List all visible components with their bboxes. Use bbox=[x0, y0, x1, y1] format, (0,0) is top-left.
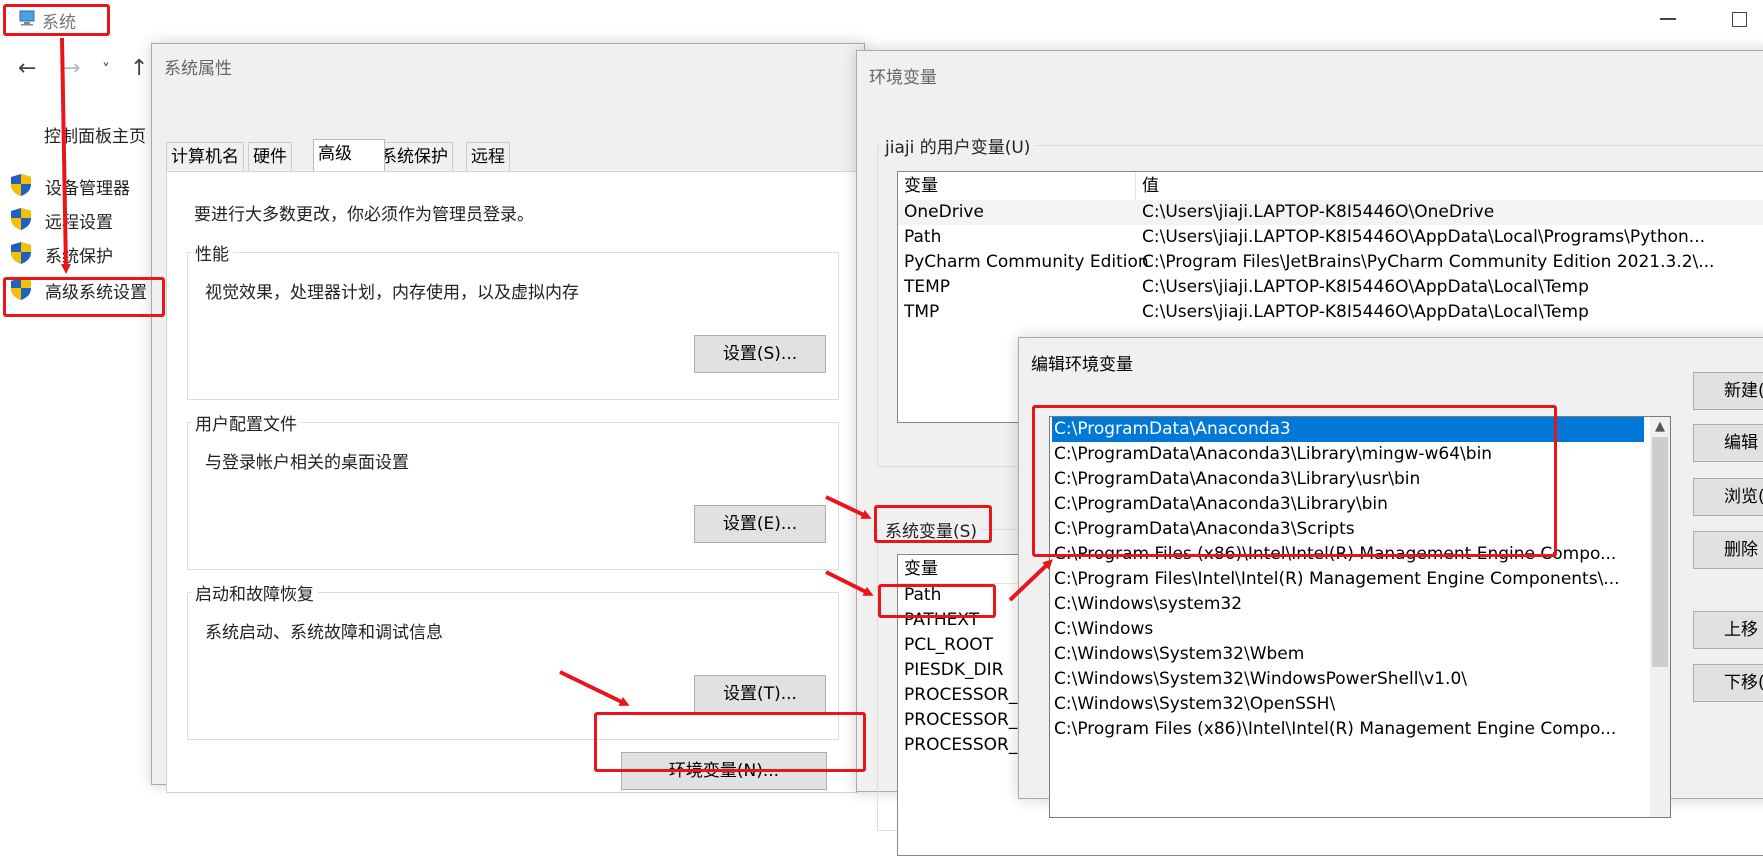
annotation-box-env-button bbox=[594, 712, 866, 772]
path-entry: C:\Program Files (x86)\Intel\Intel(R) Ma… bbox=[1054, 719, 1617, 739]
path-entry: C:\Windows\System32\OpenSSH\ bbox=[1054, 694, 1336, 714]
list-item[interactable]: C:\Program Files\Intel\Intel(R) Manageme… bbox=[1054, 567, 1620, 592]
back-button[interactable]: ← bbox=[18, 56, 36, 81]
move-down-button[interactable]: 下移( bbox=[1693, 664, 1763, 702]
scroll-thumb[interactable] bbox=[1652, 437, 1668, 667]
var-name: TMP bbox=[904, 302, 940, 322]
path-entry: C:\Program Files\Intel\Intel(R) Manageme… bbox=[1054, 569, 1620, 589]
table-row[interactable]: TEMP C:\Users\jiaji.LAPTOP-K8I5446O\AppD… bbox=[898, 275, 1763, 300]
var-name: PIESDK_DIR bbox=[904, 660, 1004, 680]
var-value: C:\Users\jiaji.LAPTOP-K8I5446O\AppData\L… bbox=[1142, 227, 1706, 247]
var-name: Path bbox=[904, 227, 942, 247]
move-up-button[interactable]: 上移 bbox=[1693, 611, 1763, 649]
up-button[interactable]: ↑ bbox=[130, 56, 148, 81]
dialog-title: 编辑环境变量 bbox=[1031, 355, 1133, 375]
tab-strip: 计算机名 硬件 高级 系统保护 远程 bbox=[166, 139, 856, 172]
var-name: PROCESSOR_ bbox=[904, 685, 1018, 705]
maximize-icon[interactable] bbox=[1732, 12, 1747, 27]
path-entry: C:\Windows bbox=[1054, 619, 1154, 639]
var-name: TEMP bbox=[904, 277, 951, 297]
performance-settings-button[interactable]: 设置(S)... bbox=[694, 335, 826, 373]
group-label: jiaji 的用户变量(U) bbox=[881, 133, 1035, 158]
list-item[interactable]: C:\Windows\System32\Wbem bbox=[1054, 642, 1304, 667]
table-row[interactable]: Path C:\Users\jiaji.LAPTOP-K8I5446O\AppD… bbox=[898, 225, 1763, 250]
user-profiles-desc: 与登录帐户相关的桌面设置 bbox=[205, 453, 409, 473]
minimize-icon[interactable] bbox=[1660, 18, 1676, 20]
dialog-title: 环境变量 bbox=[869, 68, 937, 88]
annotation-box-title bbox=[3, 4, 110, 36]
tab-advanced[interactable]: 高级 bbox=[313, 139, 385, 171]
var-value: C:\Users\jiaji.LAPTOP-K8I5446O\OneDrive bbox=[1142, 202, 1495, 222]
recent-locations-button[interactable]: ˅ bbox=[102, 60, 110, 79]
sidebar-item-label: 系统保护 bbox=[45, 247, 113, 267]
sidebar-item-device-manager[interactable]: 设备管理器 bbox=[10, 172, 170, 200]
performance-group bbox=[187, 252, 839, 400]
uac-shield-icon bbox=[11, 174, 31, 196]
scroll-up-icon[interactable]: ▲ bbox=[1650, 417, 1670, 437]
var-value: C:\Users\jiaji.LAPTOP-K8I5446O\AppData\L… bbox=[1142, 302, 1589, 322]
var-name: PyCharm Community Edition bbox=[904, 252, 1149, 272]
list-item[interactable]: C:\Windows\System32\WindowsPowerShell\v1… bbox=[1054, 667, 1467, 692]
group-label: 用户配置文件 bbox=[191, 410, 301, 435]
var-name: PROCESSOR_ bbox=[904, 710, 1018, 730]
table-row[interactable]: PyCharm Community Edition C:\Program Fil… bbox=[898, 250, 1763, 275]
edit-button[interactable]: 编辑 bbox=[1693, 424, 1763, 462]
var-name: PCL_ROOT bbox=[904, 635, 994, 655]
column-header-name[interactable]: 变量 bbox=[904, 555, 938, 583]
advanced-tab-panel: 要进行大多数更改，你必须作为管理员登录。 性能 视觉效果，处理器计划，内存使用，… bbox=[166, 171, 858, 793]
path-entry: C:\Windows\System32\WindowsPowerShell\v1… bbox=[1054, 669, 1467, 689]
var-name: PROCESSOR_ bbox=[904, 735, 1018, 755]
list-item[interactable]: C:\Windows\system32 bbox=[1054, 592, 1242, 617]
sidebar-item-label: 远程设置 bbox=[45, 213, 113, 233]
annotation-box-system-vars bbox=[874, 505, 992, 543]
sidebar-item-system-protection[interactable]: 系统保护 bbox=[10, 240, 170, 268]
new-button[interactable]: 新建( bbox=[1693, 372, 1763, 410]
tab-hardware[interactable]: 硬件 bbox=[248, 142, 292, 171]
annotation-box-advanced-settings bbox=[3, 277, 165, 317]
performance-desc: 视觉效果，处理器计划，内存使用，以及虚拟内存 bbox=[205, 283, 579, 303]
group-label: 启动和故障恢复 bbox=[191, 580, 318, 605]
tab-system-protection[interactable]: 系统保护 bbox=[375, 142, 453, 171]
column-header-name[interactable]: 变量 bbox=[904, 172, 938, 200]
group-label: 性能 bbox=[191, 240, 233, 265]
list-item[interactable]: C:\Windows\System32\OpenSSH\ bbox=[1054, 692, 1335, 717]
control-panel-home-link[interactable]: 控制面板主页 bbox=[44, 122, 146, 147]
admin-note: 要进行大多数更改，你必须作为管理员登录。 bbox=[194, 205, 534, 225]
tab-remote[interactable]: 远程 bbox=[466, 142, 510, 171]
sidebar-item-remote-settings[interactable]: 远程设置 bbox=[10, 206, 170, 234]
user-profiles-settings-button[interactable]: 设置(E)... bbox=[694, 505, 826, 543]
column-header-value[interactable]: 值 bbox=[1142, 172, 1159, 200]
var-value: C:\Users\jiaji.LAPTOP-K8I5446O\AppData\L… bbox=[1142, 277, 1589, 297]
annotation-box-anaconda-entries bbox=[1032, 405, 1557, 557]
vertical-scrollbar[interactable]: ▲ bbox=[1650, 417, 1670, 817]
tab-computer-name[interactable]: 计算机名 bbox=[166, 142, 244, 171]
var-value: C:\Program Files\JetBrains\PyCharm Commu… bbox=[1142, 252, 1715, 272]
path-entry: C:\Windows\system32 bbox=[1054, 594, 1243, 614]
delete-button[interactable]: 删除 bbox=[1693, 531, 1763, 569]
forward-button[interactable]: → bbox=[62, 56, 80, 81]
list-item[interactable]: C:\Windows bbox=[1054, 617, 1153, 642]
user-profiles-group bbox=[187, 422, 839, 570]
list-header: 变量 值 bbox=[898, 172, 1763, 201]
system-properties-dialog: 系统属性 计算机名 硬件 高级 系统保护 远程 要进行大多数更改，你必须作为管理… bbox=[151, 43, 865, 793]
sidebar-item-label: 设备管理器 bbox=[45, 179, 130, 199]
dialog-title: 系统属性 bbox=[164, 59, 232, 79]
browse-button[interactable]: 浏览( bbox=[1693, 478, 1763, 516]
uac-shield-icon bbox=[11, 242, 31, 264]
path-entry: C:\Windows\System32\Wbem bbox=[1054, 644, 1305, 664]
table-row[interactable]: TMP C:\Users\jiaji.LAPTOP-K8I5446O\AppDa… bbox=[898, 300, 1763, 325]
var-name: OneDrive bbox=[904, 202, 984, 222]
uac-shield-icon bbox=[11, 208, 31, 230]
startup-recovery-desc: 系统启动、系统故障和调试信息 bbox=[205, 623, 443, 643]
startup-recovery-settings-button[interactable]: 设置(T)... bbox=[694, 675, 826, 713]
annotation-box-path bbox=[878, 584, 996, 618]
list-item[interactable]: C:\Program Files (x86)\Intel\Intel(R) Ma… bbox=[1054, 717, 1616, 742]
table-row[interactable]: OneDrive C:\Users\jiaji.LAPTOP-K8I5446O\… bbox=[898, 200, 1763, 225]
